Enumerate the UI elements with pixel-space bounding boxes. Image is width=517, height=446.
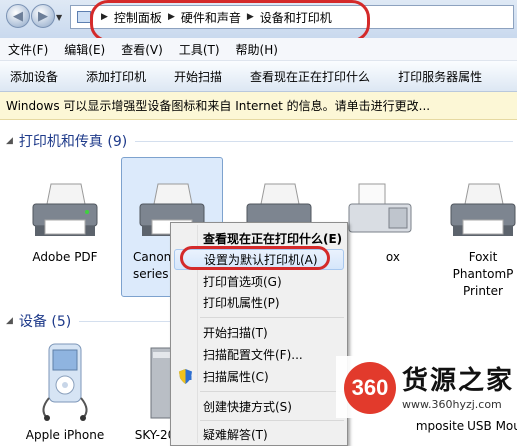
printer-icon [450, 183, 516, 236]
menu-troubleshoot[interactable]: 疑难解答(T) [174, 424, 344, 445]
breadcrumb-devices-printers[interactable]: 设备和打印机 [260, 9, 332, 26]
menu-set-default-printer[interactable]: 设置为默认打印机(A) [174, 249, 344, 270]
menu-view[interactable]: 查看(V) [113, 41, 171, 58]
printer-context-menu: 查看现在正在打印什么(E) 设置为默认打印机(A) 打印首选项(G) 打印机属性… [170, 222, 348, 446]
printer-fax[interactable]: ox [340, 180, 420, 266]
watermark-logo: 360 [344, 362, 396, 414]
devices-section-label: 设备 (5) [18, 314, 72, 330]
command-toolbar: 添加设备 添加打印机 开始扫描 查看现在正在打印什么 打印服务器属性 [0, 61, 517, 92]
device-apple-iphone[interactable]: Apple iPhone [20, 340, 110, 444]
menu-separator [200, 391, 344, 392]
device-usb-mouse[interactable]: USB Mou [464, 418, 517, 435]
section-divider [135, 140, 513, 142]
add-printer-button[interactable]: 添加打印机 [72, 68, 160, 85]
breadcrumb-control-panel[interactable]: 控制面板 [114, 9, 162, 26]
info-bar[interactable]: Windows 可以显示增强型设备图标和来自 Internet 的信息。请单击进… [0, 92, 517, 120]
menu-create-shortcut[interactable]: 创建快捷方式(S) [174, 396, 344, 417]
breadcrumb-hardware-sound[interactable]: 硬件和声音 [181, 9, 241, 26]
watermark: 360 货源之家 www.360hyzj.com [336, 356, 517, 418]
menu-file[interactable]: 文件(F) [0, 41, 56, 58]
menu-tools[interactable]: 工具(T) [171, 41, 228, 58]
menu-scan-profiles[interactable]: 扫描配置文件(F)... [174, 344, 344, 365]
chevron-right-icon: ▶ [246, 12, 254, 22]
menu-start-scan[interactable]: 开始扫描(T) [174, 322, 344, 343]
menu-printer-properties[interactable]: 打印机属性(P) [174, 292, 344, 313]
collapse-triangle-icon[interactable]: ◢ [6, 136, 13, 146]
history-dropdown-icon[interactable]: ▼ [56, 13, 62, 22]
printer-label: ox [385, 250, 400, 264]
printers-section-label: 打印机和传真 (9) [18, 134, 128, 150]
menu-edit[interactable]: 编辑(E) [56, 41, 113, 58]
computer-tower-icon [150, 347, 174, 419]
device-composite[interactable]: mposite [410, 418, 470, 435]
chevron-right-icon: ▶ [167, 12, 175, 22]
printers-section-header[interactable]: ◢ 打印机和传真 (9) [0, 130, 517, 152]
control-panel-icon [77, 11, 91, 23]
menu-scan-properties[interactable]: 扫描属性(C) [174, 366, 344, 387]
print-server-properties-button[interactable]: 打印服务器属性 [384, 68, 496, 85]
menu-separator [200, 317, 344, 318]
breadcrumb[interactable]: ▶ 控制面板 ▶ 硬件和声音 ▶ 设备和打印机 [70, 5, 514, 29]
printer-label: Foxit PhantomP Printer [452, 250, 514, 298]
back-button[interactable]: ◀ [6, 4, 30, 28]
forward-button[interactable]: ▶ [31, 4, 55, 28]
ipod-icon [42, 343, 88, 421]
printer-label: Adobe PDF [32, 250, 98, 264]
menu-printing-preferences[interactable]: 打印首选项(G) [174, 271, 344, 292]
printer-foxit-phantompdf[interactable]: Foxit PhantomP Printer [438, 180, 517, 300]
menu-see-whats-printing[interactable]: 查看现在正在打印什么(E) [174, 228, 344, 249]
menu-separator [200, 420, 344, 421]
see-whats-printing-button[interactable]: 查看现在正在打印什么 [236, 68, 384, 85]
start-scan-button[interactable]: 开始扫描 [160, 68, 236, 85]
chevron-right-icon: ▶ [101, 12, 108, 22]
address-bar: ◀ ▶ ▼ ▶ 控制面板 ▶ 硬件和声音 ▶ 设备和打印机 [0, 0, 517, 38]
watermark-url: www.360hyzj.com [402, 398, 502, 411]
device-label: USB Mou [467, 419, 517, 433]
collapse-triangle-icon[interactable]: ◢ [6, 316, 13, 326]
printer-icon [32, 183, 98, 236]
printer-adobe-pdf[interactable]: Adobe PDF [20, 180, 110, 266]
watermark-title: 货源之家 [402, 366, 515, 396]
fax-icon [348, 183, 412, 233]
menu-bar: 文件(F) 编辑(E) 查看(V) 工具(T) 帮助(H) [0, 38, 517, 61]
menu-help[interactable]: 帮助(H) [228, 41, 286, 58]
device-label: Apple iPhone [25, 428, 105, 442]
device-label: mposite [415, 419, 465, 433]
add-device-button[interactable]: 添加设备 [0, 68, 72, 85]
